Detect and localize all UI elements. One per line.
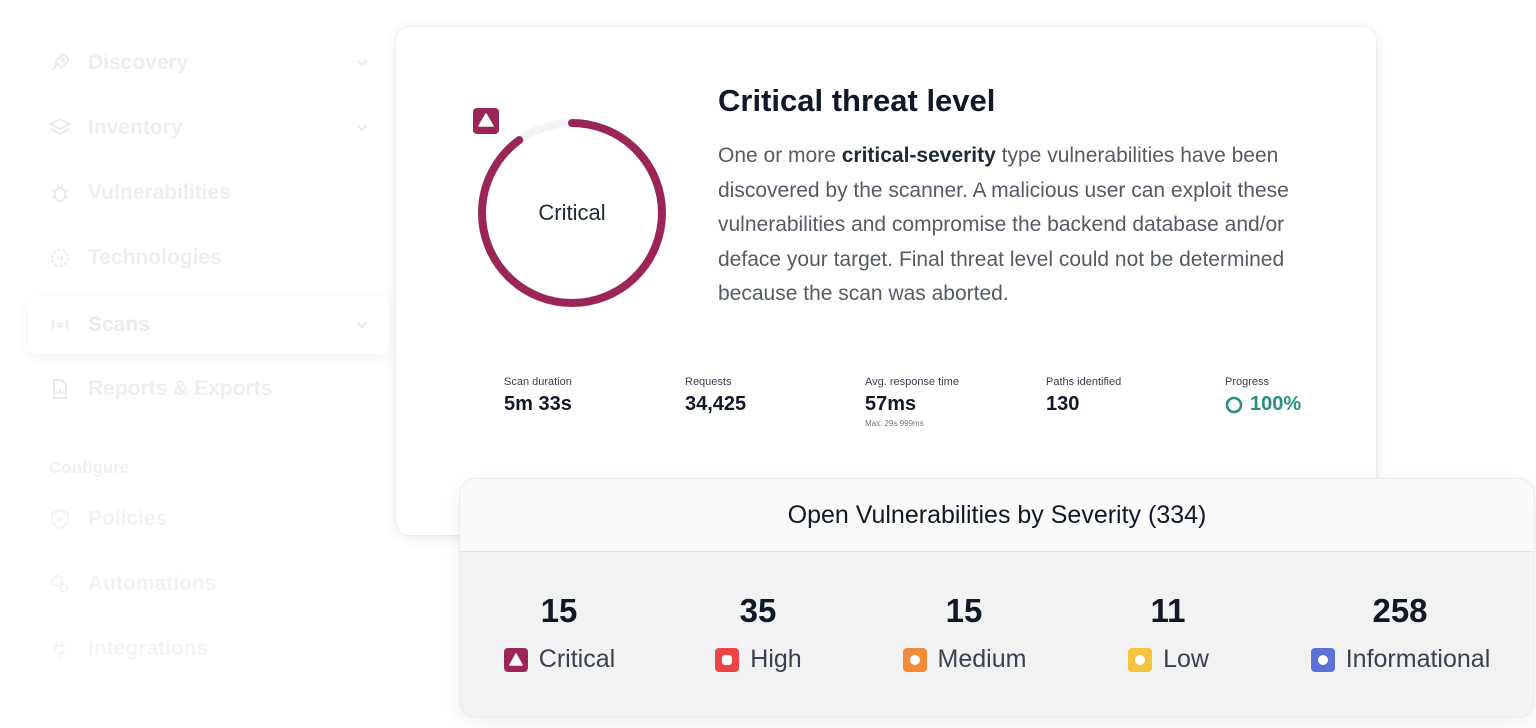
sidebar-item-integrations[interactable]: Integrations (28, 620, 390, 678)
sidebar-item-label: Integrations (88, 637, 209, 660)
stat-subtext: Max: 29s 999ms (865, 419, 924, 428)
sidebar-item-technologies[interactable]: Technologies (28, 229, 390, 287)
stat-label: Requests (685, 376, 732, 388)
progress-value: 100% (1250, 393, 1302, 415)
sidebar-item-automations[interactable]: Automations (28, 555, 390, 613)
severity-count: 258 (1372, 592, 1428, 629)
threat-desc-emphasis: critical-severity (841, 144, 996, 167)
app-stage: Discovery Inventory Vulnerabilities Tech… (0, 0, 1536, 728)
progress-ring-icon (1225, 396, 1243, 413)
sidebar-item-label: Reports & Exports (88, 377, 273, 400)
sidebar-item-label: Automations (88, 572, 217, 595)
severity-label: Low (1163, 645, 1209, 673)
threat-gauge-label: Critical (538, 200, 606, 225)
threat-desc-part: type vulnerabilities have been discovere… (718, 144, 1289, 305)
critical-severity-icon (503, 647, 529, 673)
threat-title: Critical threat level (718, 83, 996, 118)
stat-label: Avg. response time (865, 376, 959, 388)
stat-label: Paths identified (1046, 376, 1122, 388)
severity-informational[interactable]: 258 Informational (1280, 591, 1520, 674)
severity-high[interactable]: 35 High (638, 591, 878, 674)
vulnerabilities-panel-title: Open Vulnerabilities by Severity (334) (460, 479, 1534, 552)
sidebar-item-label: Vulnerabilities (88, 181, 231, 204)
rocket-icon (48, 51, 72, 75)
sidebar-item-label: Policies (88, 507, 168, 530)
stat-label: Progress (1225, 376, 1270, 388)
sidebar-item-vulnerabilities[interactable]: Vulnerabilities (28, 164, 390, 222)
configure-section-label: Configure (49, 458, 130, 477)
sidebar-item-label: Inventory (88, 116, 183, 139)
stat-requests: Requests 34,425 (685, 376, 746, 416)
low-severity-icon (1127, 647, 1153, 673)
stat-avg-response-time: Avg. response time 57ms Max: 29s 999ms (865, 376, 959, 428)
sidebar-item-discovery[interactable]: Discovery (28, 34, 390, 92)
threat-description: One or more critical-severity type vulne… (718, 139, 1318, 312)
threat-desc-part: One or more (718, 144, 842, 167)
high-severity-icon (714, 647, 740, 673)
stat-paths-identified: Paths identified 130 (1046, 376, 1121, 416)
informational-severity-icon (1310, 647, 1336, 673)
sidebar-item-reports[interactable]: Reports & Exports (28, 360, 390, 418)
stat-scan-duration: Scan duration 5m 33s (504, 376, 572, 416)
severity-count: 11 (1150, 592, 1186, 629)
chip-icon (48, 246, 72, 270)
severity-label: High (750, 645, 802, 673)
stat-value: 130 (1046, 393, 1080, 415)
sidebar: Discovery Inventory Vulnerabilities Tech… (0, 0, 400, 728)
stat-value: 100% (1225, 393, 1301, 416)
severity-label: Critical (538, 645, 616, 673)
shield-icon (48, 507, 72, 531)
sidebar-item-policies[interactable]: Policies (28, 490, 390, 548)
severity-label: Medium (937, 645, 1027, 673)
sidebar-item-inventory[interactable]: Inventory (28, 99, 390, 157)
plug-icon (48, 637, 72, 661)
critical-severity-icon (473, 108, 499, 134)
threat-gauge: Critical (472, 108, 672, 313)
sidebar-item-label: Technologies (88, 246, 222, 269)
severity-low[interactable]: 11 Low (1048, 591, 1288, 674)
document-icon (48, 377, 72, 401)
layers-icon (48, 116, 72, 140)
stat-progress: Progress 100% (1225, 376, 1301, 416)
stat-value: 57ms (865, 393, 917, 415)
sidebar-item-label: Scans (88, 313, 150, 336)
chevron-down-icon (356, 124, 368, 132)
chevron-down-icon (356, 59, 368, 67)
bug-icon (48, 181, 72, 205)
chevron-down-icon (356, 321, 368, 329)
radar-icon (48, 313, 72, 337)
automation-icon (48, 572, 72, 596)
stat-label: Scan duration (504, 376, 572, 388)
sidebar-item-scans[interactable]: Scans (28, 296, 390, 354)
stat-value: 5m 33s (504, 393, 572, 415)
severity-count: 35 (739, 592, 777, 629)
threat-level-card: Critical Critical threat level One or mo… (396, 27, 1376, 535)
open-vulnerabilities-panel: Open Vulnerabilities by Severity (334) 1… (459, 478, 1535, 718)
sidebar-item-label: Discovery (88, 51, 189, 74)
medium-severity-icon (902, 647, 928, 673)
severity-label: Informational (1345, 645, 1491, 673)
stat-value: 34,425 (685, 393, 747, 415)
